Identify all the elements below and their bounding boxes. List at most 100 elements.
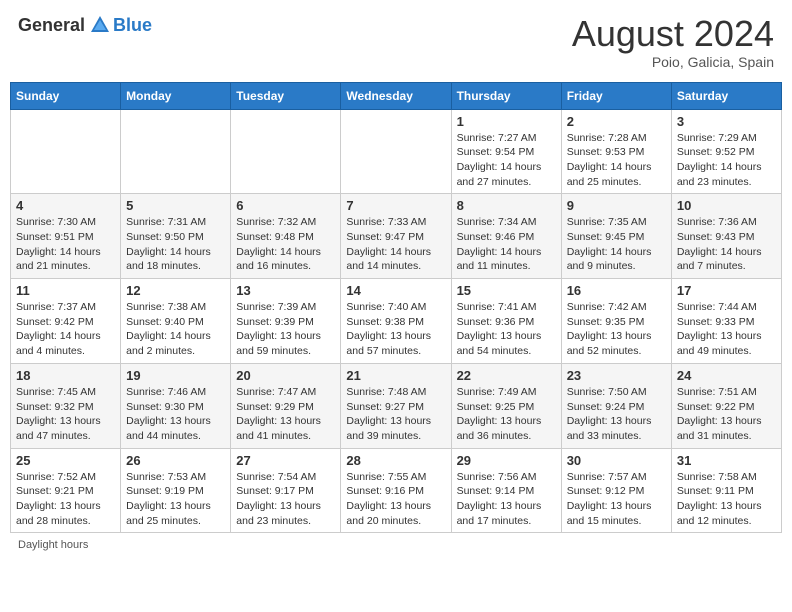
day-info: Sunrise: 7:33 AMSunset: 9:47 PMDaylight:…: [346, 215, 445, 274]
title-block: August 2024 Poio, Galicia, Spain: [572, 14, 774, 70]
calendar-cell: 20Sunrise: 7:47 AMSunset: 9:29 PMDayligh…: [231, 363, 341, 448]
day-number: 13: [236, 283, 335, 298]
calendar-cell: 7 Sunrise: 7:33 AMSunset: 9:47 PMDaylight…: [341, 194, 451, 279]
calendar-cell: 23 Sunrise: 7:50 AMSunset: 9:24 PMDayligh…: [561, 363, 671, 448]
calendar-day-header: Wednesday: [341, 82, 451, 109]
day-info: Sunrise: 7:49 AMSunset: 9:25 PMDaylight:…: [457, 385, 556, 444]
calendar-cell: 13Sunrise: 7:39 AMSunset: 9:39 PMDayligh…: [231, 279, 341, 364]
day-number: 4: [16, 198, 115, 213]
day-info: Sunrise: 7:45 AMSunset: 9:32 PMDaylight:…: [16, 385, 115, 444]
footer: Daylight hours: [10, 539, 782, 551]
day-info: Sunrise: 7:32 AMSunset: 9:48 PMDaylight:…: [236, 215, 335, 274]
day-number: 19: [126, 368, 225, 383]
day-info: Sunrise: 7:40 AMSunset: 9:38 PMDaylight:…: [346, 300, 445, 359]
day-info: Sunrise: 7:27 AMSunset: 9:54 PMDaylight:…: [457, 131, 556, 190]
calendar-day-header: Saturday: [671, 82, 781, 109]
day-info: Sunrise: 7:30 AMSunset: 9:51 PMDaylight:…: [16, 215, 115, 274]
day-info: Sunrise: 7:52 AMSunset: 9:21 PMDaylight:…: [16, 470, 115, 529]
day-info: Sunrise: 7:35 AMSunset: 9:45 PMDaylight:…: [567, 215, 666, 274]
calendar-cell: 31 Sunrise: 7:58 AMSunset: 9:11 PMDayligh…: [671, 448, 781, 533]
day-number: 7: [346, 198, 445, 213]
day-number: 23: [567, 368, 666, 383]
calendar-cell: [11, 109, 121, 194]
calendar-cell: 25 Sunrise: 7:52 AMSunset: 9:21 PMDayligh…: [11, 448, 121, 533]
calendar-day-header: Monday: [121, 82, 231, 109]
day-number: 25: [16, 453, 115, 468]
logo-text-general: General: [18, 15, 85, 36]
day-info: Sunrise: 7:28 AMSunset: 9:53 PMDaylight:…: [567, 131, 666, 190]
day-number: 31: [677, 453, 776, 468]
day-info: Sunrise: 7:51 AMSunset: 9:22 PMDaylight:…: [677, 385, 776, 444]
day-number: 30: [567, 453, 666, 468]
day-number: 16: [567, 283, 666, 298]
day-info: Sunrise: 7:36 AMSunset: 9:43 PMDaylight:…: [677, 215, 776, 274]
calendar-day-header: Tuesday: [231, 82, 341, 109]
day-info: Sunrise: 7:56 AMSunset: 9:14 PMDaylight:…: [457, 470, 556, 529]
calendar-cell: 4 Sunrise: 7:30 AMSunset: 9:51 PMDaylight…: [11, 194, 121, 279]
calendar-cell: 28 Sunrise: 7:55 AMSunset: 9:16 PMDayligh…: [341, 448, 451, 533]
calendar-cell: 15Sunrise: 7:41 AMSunset: 9:36 PMDayligh…: [451, 279, 561, 364]
calendar-day-header: Sunday: [11, 82, 121, 109]
calendar-cell: 1 Sunrise: 7:27 AMSunset: 9:54 PMDaylight…: [451, 109, 561, 194]
day-number: 8: [457, 198, 556, 213]
day-info: Sunrise: 7:38 AMSunset: 9:40 PMDaylight:…: [126, 300, 225, 359]
calendar-cell: 27 Sunrise: 7:54 AMSunset: 9:17 PMDayligh…: [231, 448, 341, 533]
calendar-cell: 19 Sunrise: 7:46 AMSunset: 9:30 PMDayligh…: [121, 363, 231, 448]
calendar-cell: 10 Sunrise: 7:36 AMSunset: 9:43 PMDayligh…: [671, 194, 781, 279]
calendar-cell: 14 Sunrise: 7:40 AMSunset: 9:38 PMDayligh…: [341, 279, 451, 364]
day-number: 12: [126, 283, 225, 298]
day-info: Sunrise: 7:44 AMSunset: 9:33 PMDaylight:…: [677, 300, 776, 359]
calendar-cell: 26Sunrise: 7:53 AMSunset: 9:19 PMDayligh…: [121, 448, 231, 533]
day-info: Sunrise: 7:37 AMSunset: 9:42 PMDaylight:…: [16, 300, 115, 359]
calendar-cell: 22 Sunrise: 7:49 AMSunset: 9:25 PMDayligh…: [451, 363, 561, 448]
day-number: 14: [346, 283, 445, 298]
day-number: 22: [457, 368, 556, 383]
calendar-week-row: 4 Sunrise: 7:30 AMSunset: 9:51 PMDaylight…: [11, 194, 782, 279]
day-info: Sunrise: 7:50 AMSunset: 9:24 PMDaylight:…: [567, 385, 666, 444]
day-number: 15: [457, 283, 556, 298]
day-number: 24: [677, 368, 776, 383]
day-info: Sunrise: 7:58 AMSunset: 9:11 PMDaylight:…: [677, 470, 776, 529]
day-info: Sunrise: 7:55 AMSunset: 9:16 PMDaylight:…: [346, 470, 445, 529]
location: Poio, Galicia, Spain: [572, 54, 774, 70]
calendar-header-row: SundayMondayTuesdayWednesdayThursdayFrid…: [11, 82, 782, 109]
day-info: Sunrise: 7:53 AMSunset: 9:19 PMDaylight:…: [126, 470, 225, 529]
day-info: Sunrise: 7:46 AMSunset: 9:30 PMDaylight:…: [126, 385, 225, 444]
day-number: 17: [677, 283, 776, 298]
calendar-cell: 2Sunrise: 7:28 AMSunset: 9:53 PMDaylight…: [561, 109, 671, 194]
calendar-cell: 6 Sunrise: 7:32 AMSunset: 9:48 PMDaylight…: [231, 194, 341, 279]
day-info: Sunrise: 7:34 AMSunset: 9:46 PMDaylight:…: [457, 215, 556, 274]
day-number: 1: [457, 114, 556, 129]
calendar-cell: 21Sunrise: 7:48 AMSunset: 9:27 PMDayligh…: [341, 363, 451, 448]
day-number: 27: [236, 453, 335, 468]
calendar-cell: 5Sunrise: 7:31 AMSunset: 9:50 PMDaylight…: [121, 194, 231, 279]
day-info: Sunrise: 7:42 AMSunset: 9:35 PMDaylight:…: [567, 300, 666, 359]
calendar-day-header: Thursday: [451, 82, 561, 109]
day-info: Sunrise: 7:54 AMSunset: 9:17 PMDaylight:…: [236, 470, 335, 529]
calendar-week-row: 18 Sunrise: 7:45 AMSunset: 9:32 PMDayligh…: [11, 363, 782, 448]
day-number: 29: [457, 453, 556, 468]
logo: General Blue: [18, 14, 152, 36]
calendar-week-row: 25 Sunrise: 7:52 AMSunset: 9:21 PMDayligh…: [11, 448, 782, 533]
logo-icon: [89, 14, 111, 36]
calendar-cell: 16 Sunrise: 7:42 AMSunset: 9:35 PMDayligh…: [561, 279, 671, 364]
month-year: August 2024: [572, 14, 774, 54]
header: General Blue August 2024 Poio, Galicia, …: [10, 10, 782, 74]
calendar-cell: 17 Sunrise: 7:44 AMSunset: 9:33 PMDayligh…: [671, 279, 781, 364]
day-number: 28: [346, 453, 445, 468]
calendar-cell: 8 Sunrise: 7:34 AMSunset: 9:46 PMDaylight…: [451, 194, 561, 279]
day-number: 20: [236, 368, 335, 383]
day-number: 18: [16, 368, 115, 383]
calendar-week-row: 1 Sunrise: 7:27 AMSunset: 9:54 PMDaylight…: [11, 109, 782, 194]
calendar-week-row: 11 Sunrise: 7:37 AMSunset: 9:42 PMDayligh…: [11, 279, 782, 364]
day-number: 21: [346, 368, 445, 383]
day-info: Sunrise: 7:31 AMSunset: 9:50 PMDaylight:…: [126, 215, 225, 274]
day-number: 6: [236, 198, 335, 213]
day-number: 10: [677, 198, 776, 213]
day-info: Sunrise: 7:57 AMSunset: 9:12 PMDaylight:…: [567, 470, 666, 529]
day-number: 9: [567, 198, 666, 213]
day-number: 11: [16, 283, 115, 298]
calendar-table: SundayMondayTuesdayWednesdayThursdayFrid…: [10, 82, 782, 534]
calendar-day-header: Friday: [561, 82, 671, 109]
calendar-cell: 30 Sunrise: 7:57 AMSunset: 9:12 PMDayligh…: [561, 448, 671, 533]
